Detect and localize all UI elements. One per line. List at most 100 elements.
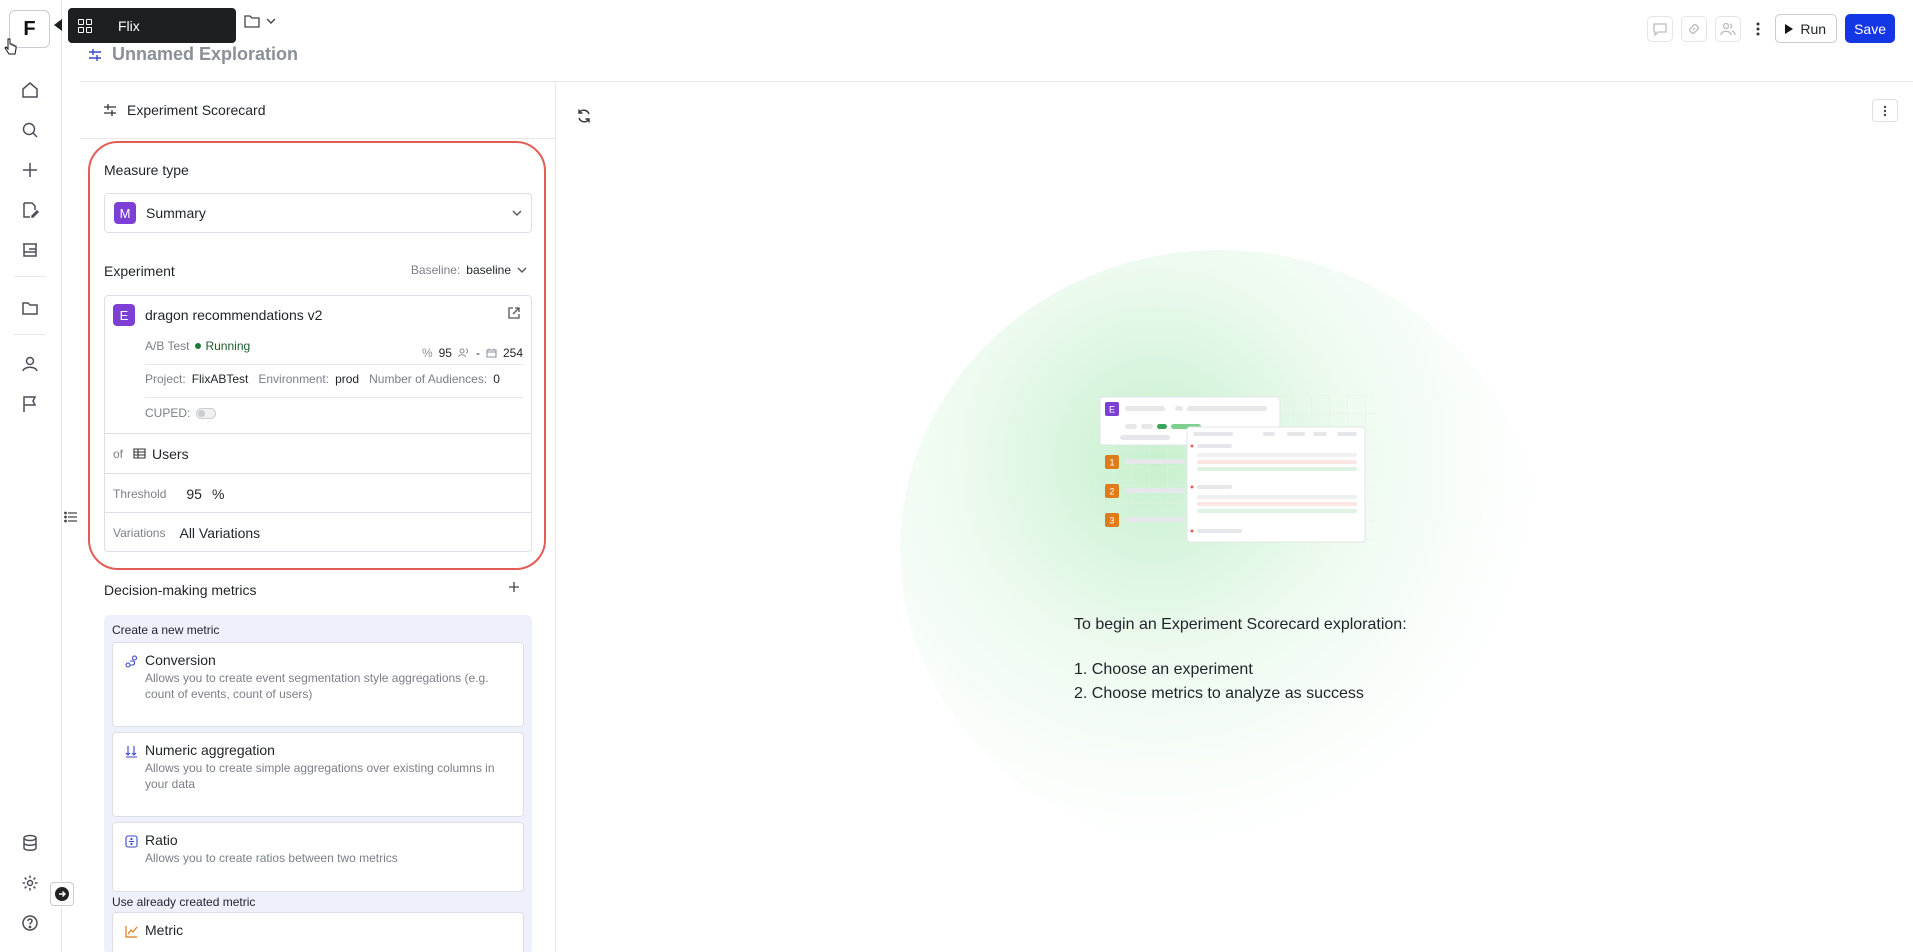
flask-icon[interactable] [18,238,42,262]
run-button[interactable]: Run [1775,14,1838,43]
table-icon [133,448,146,459]
arrow-right-icon [55,887,69,901]
folder-icon [244,15,260,28]
metric-type-conversion[interactable]: Conversion Allows you to create event se… [112,642,524,727]
conversion-icon [125,655,138,668]
threshold-label: Threshold [113,486,167,501]
metric-type-ratio[interactable]: Ratio Allows you to create ratios betwee… [112,822,524,892]
decision-metrics-label: Decision-making metrics [104,582,257,598]
of-row[interactable]: of Users [105,433,531,473]
cuped-row: CUPED: [145,406,217,420]
open-external-button[interactable] [507,306,521,323]
help-icon[interactable] [18,911,42,935]
chevron-down-icon [512,210,522,216]
search-icon[interactable] [18,118,42,142]
plus-icon [509,582,519,592]
existing-metric-item[interactable]: Metric [112,912,524,952]
variations-value: All Variations [179,524,261,541]
empty-state-illustration: E 1 2 3 [1095,395,1375,545]
metric-type-desc: Allows you to create event segmentation … [145,671,489,701]
scorecard-icon [104,104,116,116]
user-icon[interactable] [18,352,42,376]
gear-icon[interactable] [18,871,42,895]
baseline-label: Baseline: [410,263,461,277]
measure-badge: M [114,202,136,224]
expand-sidebar-button[interactable] [50,882,74,906]
database-icon[interactable] [18,831,42,855]
metric-picker: Create a new metric Conversion Allows yo… [104,615,532,952]
threshold-input[interactable]: 95 [186,486,202,502]
measure-type-label: Measure type [104,162,189,178]
project-value: FlixABTest [191,372,249,386]
experiment-details-row: Project: FlixABTest Environment: prod Nu… [145,372,500,386]
folder-picker-button[interactable] [244,14,276,28]
metric-chart-icon [125,926,138,938]
existing-metric-name: Metric [145,922,184,938]
nav-rail: F [0,0,62,952]
variations-row[interactable]: Variations All Variations [105,512,531,552]
users-icon [1720,22,1737,35]
flag-icon[interactable] [18,392,42,416]
illustration-row-number: 1 [1109,458,1114,468]
chevron-down-icon [266,18,276,24]
background-glow [900,250,1540,850]
of-value: Users [152,445,189,462]
divider [145,364,523,365]
folder-icon[interactable] [18,296,42,320]
copy-link-button[interactable] [1681,15,1708,42]
create-new-label: Create a new metric [112,623,220,637]
tooltip-text: Flix [118,17,140,34]
tooltip: Flix [68,8,236,43]
baseline-value: baseline [466,263,511,277]
illustration-badge: E [1109,405,1115,415]
experiment-badge: E [113,304,135,326]
experiment-card[interactable]: E dragon recommendations v2 A/B Test Run… [104,295,532,552]
tooltip-arrow [54,19,62,31]
confidence-value: 95 [438,346,452,360]
external-link-icon [508,307,520,319]
share-users-button[interactable] [1715,15,1742,42]
comment-button[interactable] [1647,15,1674,42]
kebab-icon [1883,105,1887,116]
add-metric-button[interactable] [508,580,520,598]
percent-icon: % [421,346,433,360]
edit-document-icon[interactable] [18,198,42,222]
exploration-title[interactable]: Unnamed Exploration [88,44,298,65]
comment-icon [1653,22,1668,36]
numeric-aggregation-icon [125,746,137,758]
measure-type-value: Summary [146,205,206,221]
environment-value: prod [335,372,360,386]
panel-header: Experiment Scorecard [80,82,555,139]
metric-type-desc: Allows you to create simple aggregations… [145,761,495,791]
list-toggle-icon[interactable] [64,510,78,526]
baseline-select[interactable]: Baseline: baseline [411,263,527,277]
days-value: 254 [502,346,523,360]
empty-state-step: 1. Choose an experiment [1074,661,1253,678]
header-actions: Run Save [1647,14,1895,43]
metric-type-name: Numeric aggregation [145,742,275,758]
of-label: of [113,446,124,461]
mouse-cursor-icon [4,38,17,55]
scorecard-icon [89,48,101,61]
ratio-icon [125,835,138,848]
cuped-label: CUPED: [145,406,191,420]
plus-icon[interactable] [18,158,42,182]
metric-type-numeric[interactable]: Numeric aggregation Allows you to create… [112,732,524,817]
status-badge: Running [195,339,250,353]
empty-state-title: To begin an Experiment Scorecard explora… [1074,616,1407,633]
grid-icon [78,18,92,33]
use-existing-label: Use already created metric [112,895,256,909]
kebab-icon [1756,22,1760,35]
audience-value: - [475,346,480,360]
refresh-button[interactable] [576,108,592,127]
home-icon[interactable] [18,78,42,102]
save-button[interactable]: Save [1845,14,1895,43]
more-menu-button[interactable] [1749,16,1767,42]
measure-type-select[interactable]: M Summary [104,193,532,233]
cuped-toggle[interactable] [196,407,217,419]
link-icon [1689,23,1700,34]
view-options-button[interactable] [1872,99,1898,122]
page-title: Unnamed Exploration [112,44,299,64]
audiences-value: 0 [493,372,500,386]
divider [145,397,523,398]
